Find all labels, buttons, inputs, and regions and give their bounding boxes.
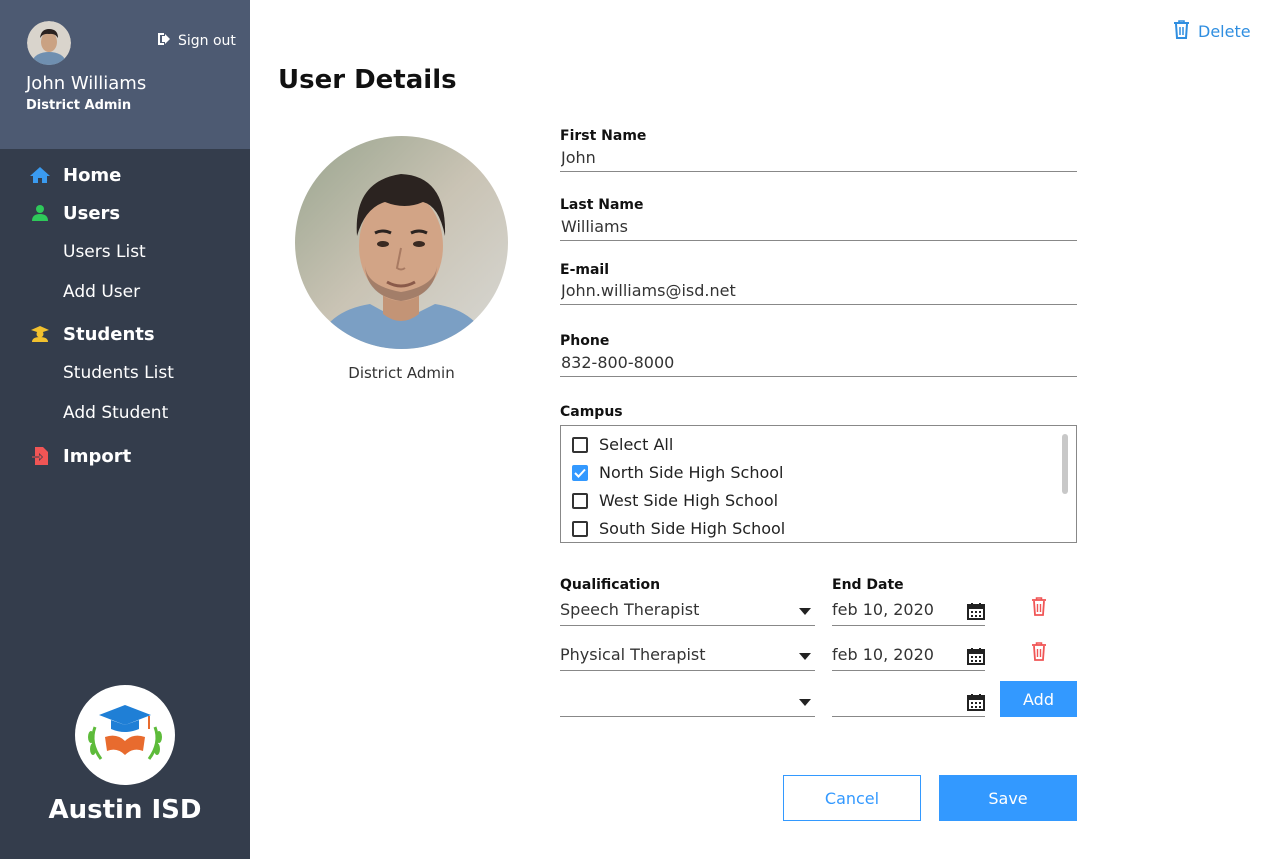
caret-down-icon bbox=[799, 653, 811, 660]
nav-add-user[interactable]: Add User bbox=[63, 282, 140, 302]
first-name-field[interactable] bbox=[560, 144, 1077, 172]
calendar-icon[interactable] bbox=[967, 693, 985, 715]
nav-add-student[interactable]: Add Student bbox=[63, 403, 168, 423]
end-date-input[interactable]: feb 10, 2020 bbox=[832, 643, 985, 671]
checkbox[interactable] bbox=[572, 492, 588, 509]
end-date-value: feb 10, 2020 bbox=[832, 600, 934, 619]
profile-photo[interactable] bbox=[295, 136, 508, 349]
end-date-input[interactable]: feb 10, 2020 bbox=[832, 598, 985, 626]
district-logo bbox=[75, 685, 175, 785]
student-icon bbox=[29, 323, 51, 345]
district-name: Austin ISD bbox=[48, 795, 202, 825]
sign-out-icon bbox=[157, 32, 172, 50]
qualification-select[interactable]: Speech Therapist bbox=[560, 598, 815, 626]
campus-item-label: South Side High School bbox=[599, 519, 786, 538]
checkbox[interactable] bbox=[572, 520, 588, 537]
delete-label: Delete bbox=[1198, 22, 1251, 41]
sidebar: Sign out John Williams District Admin Ho… bbox=[0, 0, 250, 859]
campus-item-label: North Side High School bbox=[599, 463, 784, 482]
sign-out-button[interactable]: Sign out bbox=[157, 32, 236, 50]
last-name-field[interactable] bbox=[560, 213, 1077, 241]
checkbox-checked[interactable] bbox=[572, 464, 588, 481]
nav-users[interactable]: Users bbox=[0, 195, 250, 231]
remove-qualification-trash-icon[interactable] bbox=[1031, 642, 1047, 665]
last-name-label: Last Name bbox=[560, 197, 644, 213]
campus-item-label: West Side High School bbox=[599, 491, 779, 510]
checkbox[interactable] bbox=[572, 436, 588, 453]
user-role: District Admin bbox=[26, 98, 132, 113]
first-name-label: First Name bbox=[560, 128, 647, 144]
calendar-icon[interactable] bbox=[967, 602, 985, 624]
nav-home-label: Home bbox=[63, 164, 122, 186]
home-icon bbox=[29, 164, 51, 186]
sidebar-user-panel: Sign out John Williams District Admin bbox=[0, 0, 250, 149]
nav-users-list[interactable]: Users List bbox=[63, 242, 146, 262]
import-icon bbox=[29, 445, 51, 467]
end-date-value: feb 10, 2020 bbox=[832, 645, 934, 664]
email-label: E-mail bbox=[560, 262, 610, 278]
delete-user-button[interactable]: Delete bbox=[1173, 20, 1251, 43]
campus-item-label: Select All bbox=[599, 435, 674, 454]
campus-select-all[interactable]: Select All bbox=[572, 435, 673, 454]
user-name: John Williams bbox=[26, 73, 147, 94]
nav-import[interactable]: Import bbox=[0, 438, 250, 474]
campus-west-side[interactable]: West Side High School bbox=[572, 491, 778, 510]
campus-list: Select All North Side High School West S… bbox=[560, 425, 1077, 543]
new-qualification-select[interactable] bbox=[560, 689, 815, 717]
qualification-label: Qualification bbox=[560, 577, 661, 593]
calendar-icon[interactable] bbox=[967, 647, 985, 669]
campus-north-side[interactable]: North Side High School bbox=[572, 463, 784, 482]
end-date-label: End Date bbox=[832, 577, 904, 593]
campus-south-side[interactable]: South Side High School bbox=[572, 519, 785, 538]
page-title: User Details bbox=[278, 65, 457, 95]
nav-students[interactable]: Students bbox=[0, 316, 250, 352]
add-qualification-button[interactable]: Add bbox=[1000, 681, 1077, 717]
nav-home[interactable]: Home bbox=[0, 157, 250, 193]
caret-down-icon bbox=[799, 699, 811, 706]
qualification-value: Physical Therapist bbox=[560, 645, 706, 664]
cancel-button[interactable]: Cancel bbox=[783, 775, 921, 821]
save-button[interactable]: Save bbox=[939, 775, 1077, 821]
avatar[interactable] bbox=[27, 21, 71, 65]
campus-scrollbar[interactable] bbox=[1062, 434, 1068, 494]
qualification-value: Speech Therapist bbox=[560, 600, 700, 619]
campus-label: Campus bbox=[560, 404, 623, 420]
email-field[interactable] bbox=[560, 277, 1077, 305]
nav-students-label: Students bbox=[63, 323, 155, 345]
sign-out-label: Sign out bbox=[178, 33, 236, 49]
new-end-date-input[interactable] bbox=[832, 689, 985, 717]
phone-label: Phone bbox=[560, 333, 610, 349]
nav-users-label: Users bbox=[63, 202, 121, 224]
user-icon bbox=[29, 202, 51, 224]
qualification-select[interactable]: Physical Therapist bbox=[560, 643, 815, 671]
caret-down-icon bbox=[799, 608, 811, 615]
nav-import-label: Import bbox=[63, 445, 132, 467]
profile-role: District Admin bbox=[348, 364, 455, 382]
nav-students-list[interactable]: Students List bbox=[63, 363, 174, 383]
trash-icon bbox=[1173, 20, 1190, 43]
remove-qualification-trash-icon[interactable] bbox=[1031, 597, 1047, 620]
phone-field[interactable] bbox=[560, 349, 1077, 377]
